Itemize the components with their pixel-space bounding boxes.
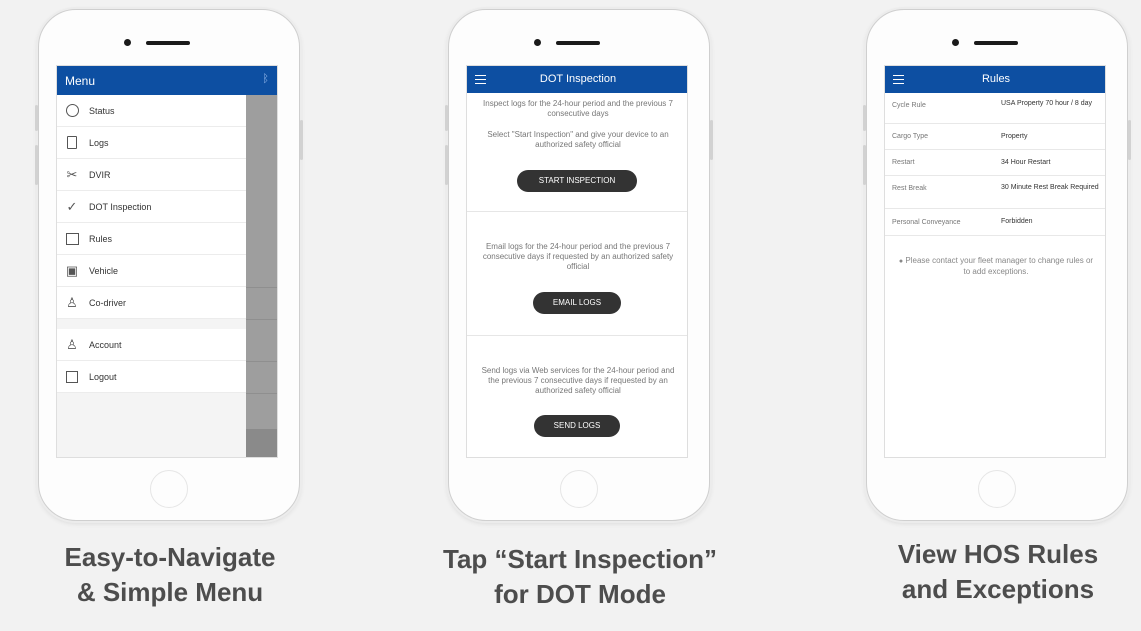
rules-note: ● Please contact your fleet manager to c… [895, 256, 1097, 277]
page-title: Rules [981, 73, 1011, 85]
email-logs-button[interactable]: EMAIL LOGS [533, 292, 621, 314]
caption-line: Easy-to-Navigate [64, 542, 276, 572]
phone-rules: Rules Cycle Rule USA Property 70 hour / … [863, 9, 1131, 521]
phone-side-button [300, 120, 303, 160]
menu-item-co-driver[interactable]: ♙ Co-driver [57, 287, 246, 319]
menu-header: Menu ᛒ [57, 66, 277, 95]
menu-screen: Status Logs ✂ DVIR ✓ DOT Inspection Rule… [56, 65, 278, 458]
rule-value: 30 Minute Rest Break Required [1001, 184, 1099, 191]
clock-icon [64, 103, 80, 119]
camera-icon [952, 39, 959, 46]
menu-item-label: DVIR [89, 169, 111, 180]
rule-label: Rest Break [892, 185, 927, 192]
menu-item-label: Status [89, 105, 115, 116]
caption-line: for DOT Mode [494, 579, 666, 609]
rule-row-cargo: Cargo Type Property [885, 124, 1105, 150]
rule-row-personal-conveyance: Personal Conveyance Forbidden [885, 209, 1105, 236]
phone-side-button [1128, 120, 1131, 160]
bluetooth-icon[interactable]: ᛒ [262, 73, 269, 85]
menu-item-logout[interactable]: Logout [57, 361, 246, 393]
camera-icon [124, 39, 131, 46]
menu-item-account[interactable]: ♙ Account [57, 329, 246, 361]
home-button [560, 470, 598, 508]
tools-icon: ✂ [66, 166, 78, 182]
menu-item-label: Logout [89, 371, 117, 382]
speaker-icon [556, 41, 600, 45]
rule-row-restart: Restart 34 Hour Restart [885, 150, 1105, 176]
divider [467, 335, 687, 336]
dot-header: DOT Inspection [467, 66, 687, 93]
menu-item-rules[interactable]: Rules [57, 223, 246, 255]
menu-item-dvir[interactable]: ✂ DVIR [57, 159, 246, 191]
rules-header: Rules [885, 66, 1105, 93]
rule-row-rest-break: Rest Break 30 Minute Rest Break Required [885, 176, 1105, 209]
speaker-icon [146, 41, 190, 45]
divider [467, 211, 687, 212]
rules-screen: Rules Cycle Rule USA Property 70 hour / … [884, 65, 1106, 458]
rule-label: Cargo Type [892, 133, 929, 140]
start-inspection-button[interactable]: START INSPECTION [517, 170, 637, 192]
menu-item-label: Logs [89, 137, 109, 148]
menu-item-label: Rules [89, 233, 113, 244]
rule-row-cycle: Cycle Rule USA Property 70 hour / 8 day [885, 93, 1105, 124]
speaker-icon [974, 41, 1018, 45]
rule-value: Property [1001, 133, 1028, 140]
dot-screen: DOT Inspection Inspect logs for the 24-h… [466, 65, 688, 458]
caption-line: and Exceptions [901, 574, 1095, 604]
caption-menu: Easy-to-Navigate & Simple Menu [10, 540, 330, 610]
inspect-instructions: Select "Start Inspection" and give your … [487, 130, 669, 149]
document-icon [64, 135, 80, 151]
menu-item-status[interactable]: Status [57, 95, 246, 127]
phone-dot-inspection: DOT Inspection Inspect logs for the 24-h… [445, 9, 713, 521]
menu-item-label: DOT Inspection [89, 201, 152, 212]
user-icon: ♙ [66, 294, 78, 310]
truck-icon: ▣ [65, 262, 79, 278]
caption-line: & Simple Menu [76, 577, 264, 607]
menu-panel: Status Logs ✂ DVIR ✓ DOT Inspection Rule… [57, 66, 246, 457]
caption-line: View HOS Rules [897, 539, 1099, 569]
camera-icon [534, 39, 541, 46]
phone-side-button [710, 120, 713, 160]
phone-menu: Status Logs ✂ DVIR ✓ DOT Inspection Rule… [35, 9, 303, 521]
rule-label: Cycle Rule [892, 102, 926, 109]
rule-value: USA Property 70 hour / 8 day [1001, 100, 1093, 107]
rule-label: Personal Conveyance [892, 219, 961, 226]
menu-item-label: Account [89, 339, 122, 350]
overlay-shade [246, 429, 277, 457]
list-icon [64, 231, 80, 247]
user-icon: ♙ [66, 336, 78, 352]
menu-item-label: Vehicle [89, 265, 119, 276]
caption-dot: Tap “Start Inspection” for DOT Mode [420, 542, 740, 612]
caption-rules: View HOS Rules and Exceptions [838, 537, 1141, 607]
send-logs-button[interactable]: SEND LOGS [534, 415, 620, 437]
home-button [150, 470, 188, 508]
menu-item-dot-inspection[interactable]: ✓ DOT Inspection [57, 191, 246, 223]
menu-item-vehicle[interactable]: ▣ Vehicle [57, 255, 246, 287]
logout-icon [64, 369, 80, 385]
rules-note-text: Please contact your fleet manager to cha… [905, 256, 1094, 276]
rule-value: 34 Hour Restart [1001, 159, 1051, 166]
menu-dim-overlay[interactable] [246, 66, 277, 457]
send-description: Send logs via Web services for the 24-ho… [481, 366, 675, 395]
home-button [978, 470, 1016, 508]
menu-item-label: Co-driver [89, 297, 127, 308]
caption-line: Tap “Start Inspection” [443, 544, 717, 574]
menu-item-logs[interactable]: Logs [57, 127, 246, 159]
email-description: Email logs for the 24-hour period and th… [482, 242, 674, 271]
rule-label: Restart [892, 159, 915, 166]
menu-title: Menu [65, 74, 96, 88]
info-icon: ● [898, 258, 904, 265]
rule-value: Forbidden [1001, 218, 1033, 225]
check-circle-icon: ✓ [66, 198, 78, 214]
inspect-description: Inspect logs for the 24-hour period and … [483, 99, 673, 118]
page-title: DOT Inspection [539, 73, 617, 85]
